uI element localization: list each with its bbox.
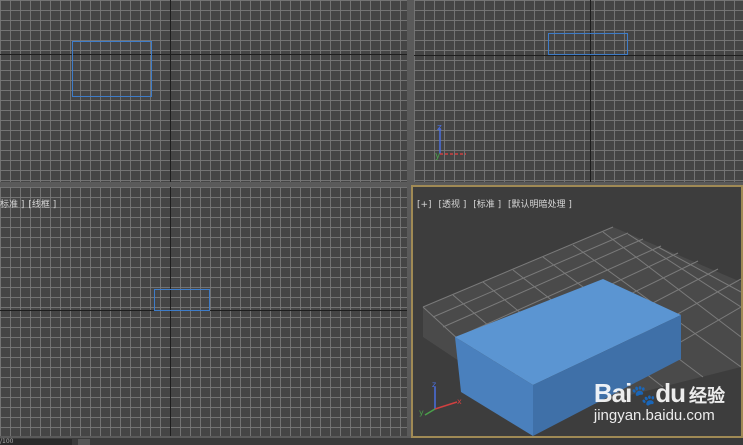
gizmo-z-label: z: [437, 123, 442, 133]
persp-gizmo-y: y: [419, 408, 424, 417]
viewport-left[interactable]: 标准 ] [线框 ]: [0, 187, 407, 436]
viewport-front[interactable]: z y: [414, 0, 743, 182]
gizmo-y-label: y: [435, 151, 441, 161]
persp-gizmo-x: x: [457, 397, 462, 406]
watermark-url: jingyan.baidu.com: [593, 407, 715, 424]
world-axis-horizontal: [0, 54, 407, 55]
viewport-label-perspective[interactable]: [+] [透视 ] [标准 ] [默认明暗处理 ]: [417, 197, 576, 210]
viewport-perspective[interactable]: z x y [+] [透视 ] [标准 ] [默认明暗处理 ] Bai🐾du 经验…: [411, 185, 743, 438]
viewport-top[interactable]: [0, 0, 407, 182]
watermark-product: 经验: [689, 386, 725, 406]
box-outline-front[interactable]: [548, 33, 628, 55]
status-bar: /100: [0, 438, 743, 445]
time-slider-next-button[interactable]: [78, 439, 90, 445]
baidu-watermark: Bai🐾du 经验 jingyan.baidu.com: [594, 378, 725, 424]
time-slider-field[interactable]: /100: [0, 439, 72, 445]
label-perspective[interactable]: [透视 ]: [438, 200, 466, 210]
axis-gizmo-icon: z y: [435, 123, 466, 161]
world-axis-vertical: [170, 187, 171, 436]
label-standard[interactable]: [标准 ]: [473, 200, 501, 210]
label-standard[interactable]: 标准 ]: [0, 200, 24, 210]
persp-gizmo-z: z: [432, 380, 436, 389]
box-outline-top[interactable]: [72, 41, 152, 97]
label-plus-menu[interactable]: [+]: [417, 200, 432, 210]
label-default-shading[interactable]: [默认明暗处理 ]: [508, 200, 572, 210]
paw-icon: 🐾: [631, 384, 656, 407]
label-wireframe[interactable]: [线框 ]: [28, 200, 56, 210]
watermark-brand: Bai🐾du: [593, 378, 686, 408]
viewport-label-left[interactable]: 标准 ] [线框 ]: [0, 197, 60, 210]
world-axis-vertical: [170, 0, 171, 182]
box-outline-left[interactable]: [154, 289, 210, 311]
world-axis-vertical: [590, 0, 591, 182]
world-axis-horizontal: [414, 55, 743, 56]
